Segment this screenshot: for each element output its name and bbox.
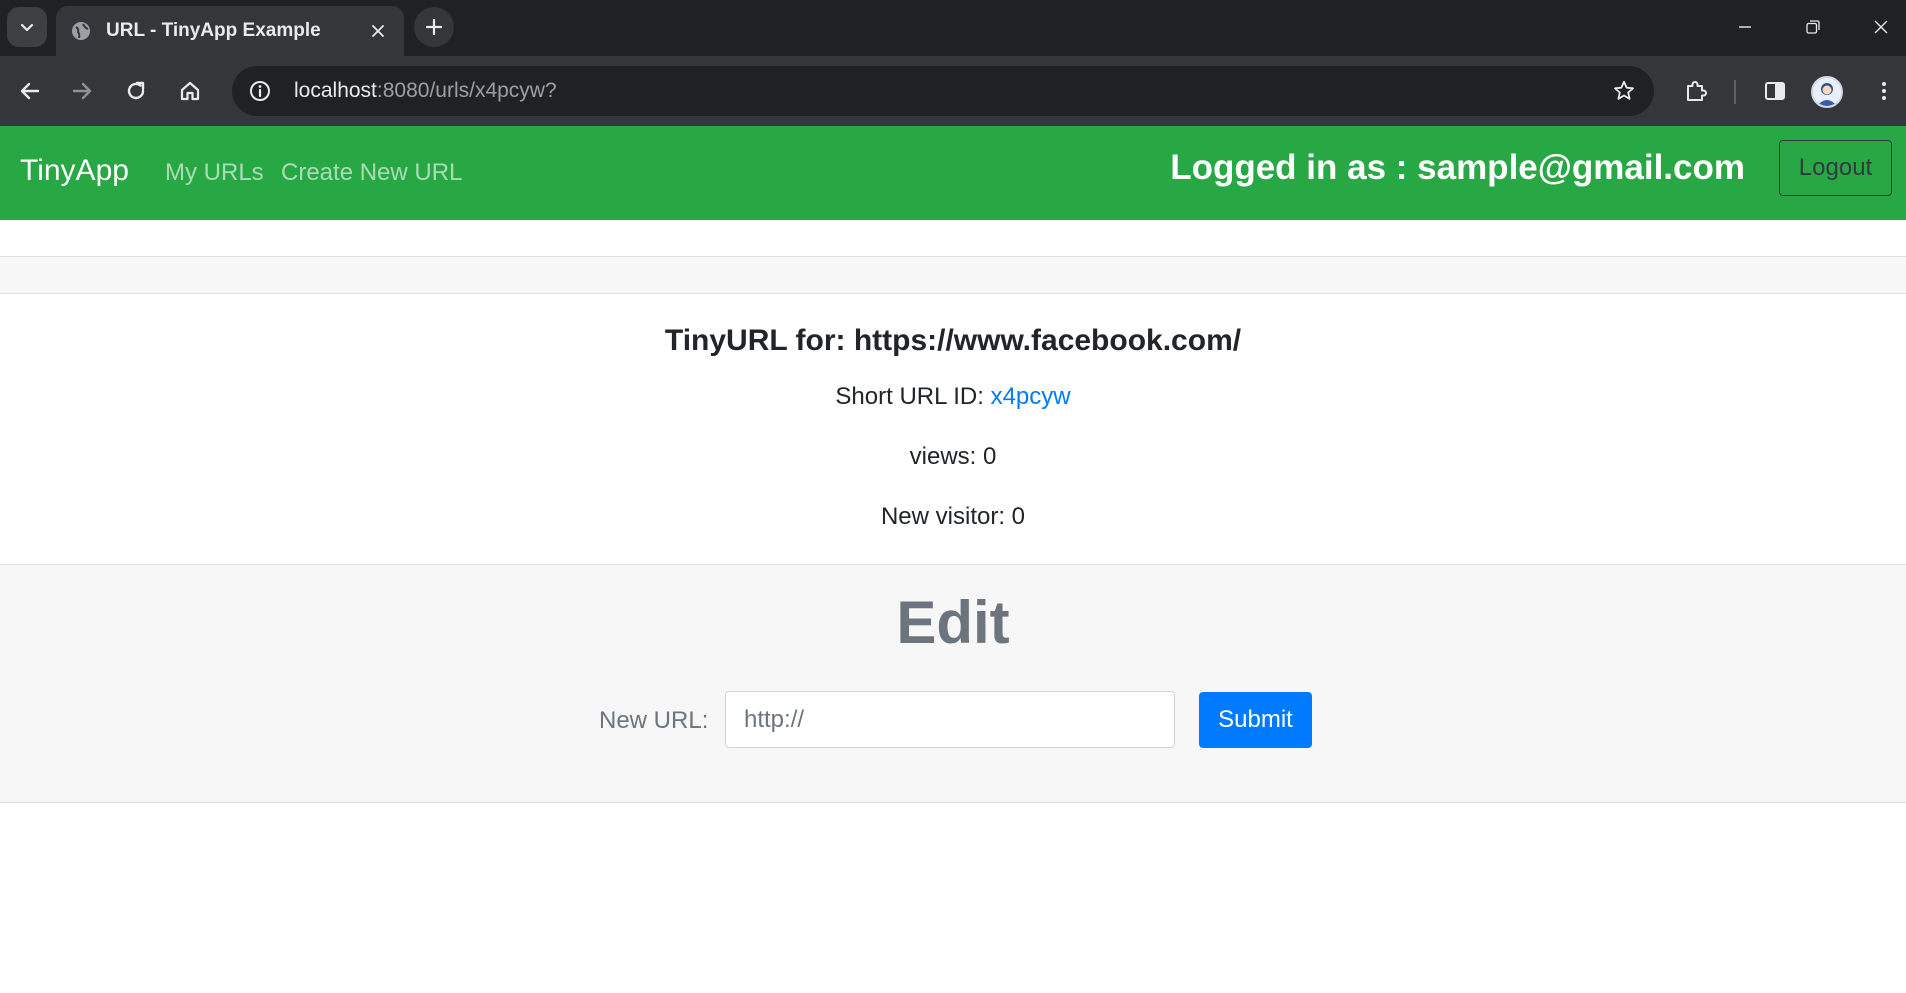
- new-url-input[interactable]: [725, 691, 1175, 748]
- submit-button[interactable]: Submit: [1199, 692, 1312, 748]
- edit-heading: Edit: [896, 589, 1010, 656]
- separator-band: [0, 256, 1906, 294]
- minimize-icon: [1739, 26, 1751, 28]
- nav-link-create-new-url[interactable]: Create New URL: [281, 159, 462, 187]
- card-title: TinyURL for: https://www.facebook.com/: [664, 324, 1242, 357]
- home-button[interactable]: [170, 71, 210, 111]
- info-icon[interactable]: [244, 75, 276, 107]
- avatar[interactable]: [1811, 76, 1843, 108]
- new-tab-button[interactable]: [414, 7, 454, 47]
- browser-menu-button[interactable]: [1864, 71, 1904, 111]
- url-path: :8080/urls/x4pcyw?: [376, 79, 557, 102]
- back-button[interactable]: [10, 71, 50, 111]
- restore-button[interactable]: [1789, 8, 1837, 46]
- logged-in-status: Logged in as : sample@gmail.com: [1170, 148, 1745, 187]
- short-url-label: Short URL ID:: [835, 383, 991, 410]
- url-host: localhost: [294, 79, 377, 102]
- star-icon[interactable]: [1608, 75, 1640, 107]
- browser-toolbar: localhost:8080/urls/x4pcyw?: [0, 56, 1906, 126]
- plus-icon: [425, 18, 443, 36]
- side-panel-button[interactable]: [1755, 71, 1795, 111]
- short-url-line: Short URL ID: x4pcyw: [0, 383, 1906, 411]
- toolbar-divider: [1734, 80, 1736, 104]
- address-url: localhost:8080/urls/x4pcyw?: [294, 79, 557, 103]
- reload-icon: [127, 81, 145, 100]
- reload-button[interactable]: [116, 71, 156, 111]
- home-icon: [180, 81, 200, 101]
- puzzle-icon: [1687, 81, 1707, 101]
- minimize-button[interactable]: [1721, 8, 1769, 46]
- logout-button[interactable]: Logout: [1779, 140, 1892, 196]
- new-url-label: New URL:: [599, 707, 709, 734]
- restore-icon: [1806, 20, 1820, 34]
- browser-tab[interactable]: URL - TinyApp Example: [56, 6, 404, 56]
- app-navbar: TinyApp My URLs Create New URL Logged in…: [0, 126, 1906, 220]
- side-panel-icon: [1765, 82, 1785, 100]
- nav-link-my-urls[interactable]: My URLs: [165, 159, 264, 187]
- arrow-right-icon: [72, 82, 92, 100]
- tab-search-button[interactable]: [7, 7, 47, 47]
- new-visitor-count: New visitor: 0: [880, 503, 1026, 530]
- tab-title: URL - TinyApp Example: [106, 20, 321, 41]
- arrow-left-icon: [20, 82, 40, 100]
- edit-section: Edit New URL: Submit: [0, 564, 1906, 803]
- close-icon: [1874, 20, 1888, 34]
- browser-tab-bar: URL - TinyApp Example: [0, 0, 1906, 56]
- forward-button[interactable]: [62, 71, 102, 111]
- chevron-down-icon: [20, 23, 34, 32]
- views-count: views: 0: [909, 443, 997, 470]
- close-icon[interactable]: [366, 19, 390, 43]
- brand-logo[interactable]: TinyApp: [20, 154, 129, 188]
- address-bar[interactable]: localhost:8080/urls/x4pcyw?: [232, 66, 1654, 116]
- extensions-button[interactable]: [1676, 71, 1716, 111]
- url-info-card: TinyURL for: https://www.facebook.com/ S…: [0, 294, 1906, 564]
- kebab-menu-icon: [1882, 82, 1886, 100]
- globe-icon: [70, 20, 92, 42]
- close-window-button[interactable]: [1857, 8, 1905, 46]
- short-url-link[interactable]: x4pcyw: [991, 383, 1071, 410]
